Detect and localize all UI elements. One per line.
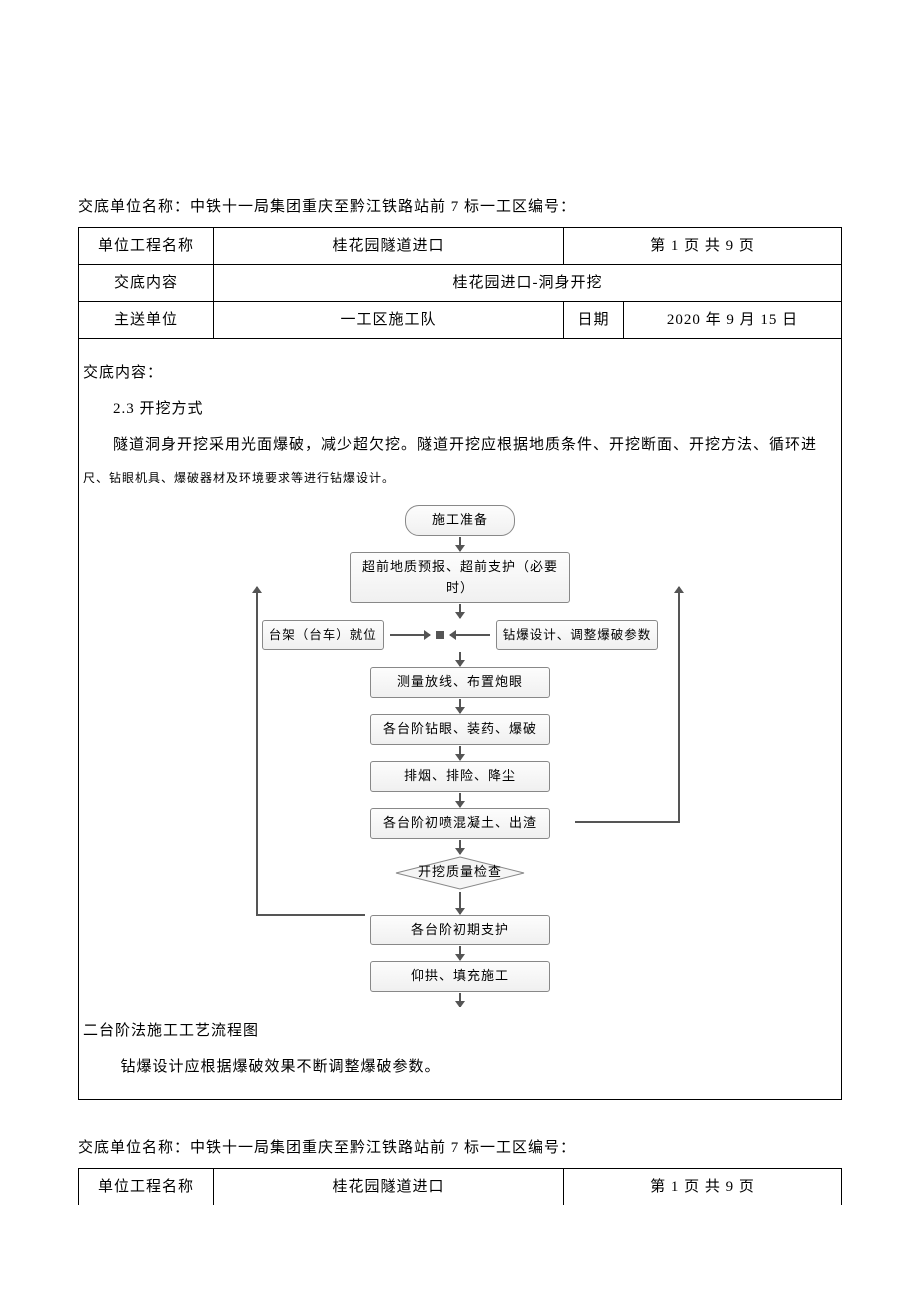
t2-r1-value: 桂花园隧道进口 [214,1169,564,1206]
t1-r1-value: 桂花园隧道进口 [214,228,564,265]
flow-n5: 各台阶初喷混凝土、出渣 [370,808,550,839]
t1-r3-date-label: 日期 [564,302,624,339]
flow-n7: 仰拱、填充施工 [370,961,550,992]
t1-r3-date: 2020 年 9 月 15 日 [624,302,842,339]
header-line-2: 交底单位名称：中铁十一局集团重庆至黔江铁路站前 7 标一工区编号： [78,1136,842,1160]
info-table-1: 单位工程名称 桂花园隧道进口 第 1 页 共 9 页 交底内容 桂花园进口-洞身… [78,227,842,1100]
arrow-icon [459,793,461,807]
arrow-icon [459,840,461,854]
section-number: 2.3 开挖方式 [83,397,837,421]
t1-r1-label: 单位工程名称 [79,228,214,265]
t2-r1-label: 单位工程名称 [79,1169,214,1206]
t1-r3-value: 一工区施工队 [214,302,564,339]
arrow-icon [459,746,461,760]
flow-left-side: 台架（台车）就位 [262,620,384,650]
arrow-icon [459,993,461,1007]
flow-side-row: 台架（台车）就位 钻爆设计、调整爆破参数 [235,620,685,650]
t1-r3-label: 主送单位 [79,302,214,339]
flow-n4: 排烟、排险、降尘 [370,761,550,792]
flow-n1: 超前地质预报、超前支护（必要时） [350,552,570,604]
para-1b: 尺、钻眼机具、爆破器材及环境要求等进行钻爆设计。 [83,469,837,483]
arrow-icon [459,946,461,960]
arrow-icon [459,652,461,666]
flow-n6: 各台阶初期支护 [370,915,550,946]
arrow-icon [459,604,461,618]
t1-r2-value: 桂花园进口-洞身开挖 [214,265,842,302]
arrow-icon [459,892,461,914]
para-2: 钻爆设计应根据爆破效果不断调整爆破参数。 [83,1055,837,1079]
content-heading: 交底内容： [83,361,837,385]
joint-icon [436,631,444,639]
loop-arrow-right [678,587,680,823]
flow-n2: 测量放线、布置炮眼 [370,667,550,698]
content-cell: 交底内容： 2.3 开挖方式 隧道洞身开挖采用光面爆破，减少超欠挖。隧道开挖应根… [79,339,842,1100]
h-arrow-right-icon [390,634,430,636]
flow-decision: 开挖质量检查 [395,856,525,890]
h-arrow-left-icon [450,634,490,636]
flow-start: 施工准备 [405,505,515,536]
flow-n3: 各台阶钻眼、装药、爆破 [370,714,550,745]
header-line: 交底单位名称：中铁十一局集团重庆至黔江铁路站前 7 标一工区编号： [78,195,842,219]
decision-label: 开挖质量检查 [418,862,502,883]
arrow-icon [459,699,461,713]
para-1: 隧道洞身开挖采用光面爆破，减少超欠挖。隧道开挖应根据地质条件、开挖断面、开挖方法… [83,433,837,457]
t2-r1-page: 第 1 页 共 9 页 [564,1169,842,1206]
arrow-icon [459,537,461,551]
t1-r2-label: 交底内容 [79,265,214,302]
flow-right-side: 钻爆设计、调整爆破参数 [496,620,659,650]
t1-r1-page: 第 1 页 共 9 页 [564,228,842,265]
loop-arrow-left [256,587,258,916]
info-table-2: 单位工程名称 桂花园隧道进口 第 1 页 共 9 页 [78,1168,842,1205]
flow-caption: 二台阶法施工工艺流程图 [83,1019,837,1043]
flowchart: 施工准备 超前地质预报、超前支护（必要时） 台架（台车）就位 钻爆设计、调整爆破… [235,505,685,1007]
